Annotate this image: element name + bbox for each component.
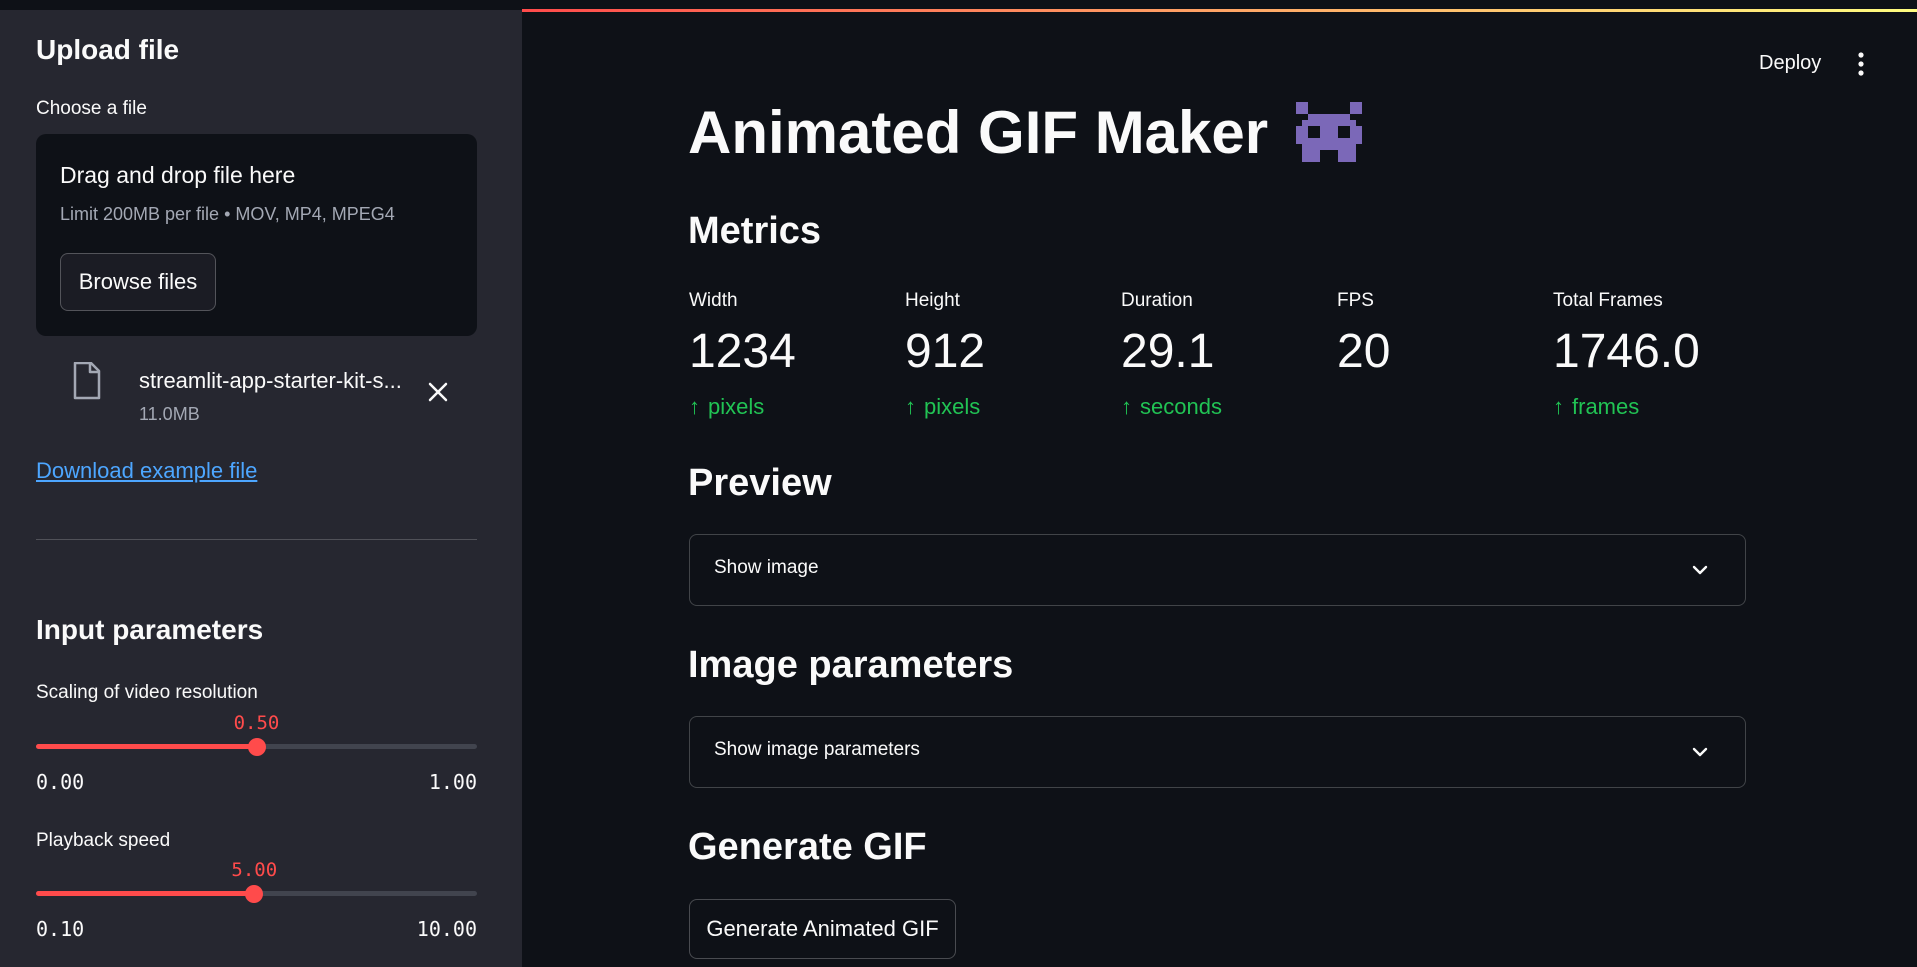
preview-heading: Preview — [688, 462, 832, 504]
metric-label: Width — [689, 290, 738, 311]
scaling-slider-value: 0.50 — [233, 712, 280, 734]
header-decoration — [522, 9, 1917, 12]
space-invader-icon — [1296, 102, 1362, 162]
metric-delta: ↑ seconds — [1121, 394, 1222, 420]
slider-fill — [36, 891, 255, 896]
playback-slider[interactable] — [36, 885, 477, 903]
dropzone-limit: Limit 200MB per file • MOV, MP4, MPEG4 — [60, 204, 395, 224]
chevron-down-icon — [1692, 565, 1708, 575]
arrow-up-icon: ↑ — [1553, 394, 1564, 419]
close-icon[interactable] — [426, 380, 450, 404]
metric-duration: Duration 29.1 ↑ seconds — [1121, 290, 1321, 430]
metric-value: 29.1 — [1121, 325, 1215, 378]
playback-slider-max: 10.00 — [416, 917, 477, 941]
file-icon — [73, 362, 101, 400]
metric-delta-text: seconds — [1140, 394, 1222, 419]
metric-label: FPS — [1337, 290, 1374, 311]
metric-value: 912 — [905, 325, 986, 378]
metric-label: Height — [905, 290, 960, 311]
arrow-up-icon: ↑ — [1121, 394, 1132, 419]
scaling-slider-min: 0.00 — [36, 770, 85, 794]
file-dropzone[interactable]: Drag and drop file here Limit 200MB per … — [36, 134, 477, 336]
metric-delta-text: pixels — [708, 394, 765, 419]
download-example-link[interactable]: Download example file — [36, 458, 257, 484]
playback-slider-min: 0.10 — [36, 917, 85, 941]
playback-slider-label: Playback speed — [36, 830, 171, 851]
deploy-button[interactable]: Deploy — [1759, 52, 1821, 75]
metric-delta-text: frames — [1572, 394, 1640, 419]
scaling-slider-max: 1.00 — [428, 770, 477, 794]
metric-label: Duration — [1121, 290, 1193, 311]
expander-label: Show image parameters — [714, 739, 920, 760]
generate-gif-heading: Generate GIF — [688, 826, 927, 868]
file-name: streamlit-app-starter-kit-s... — [139, 368, 402, 393]
metric-value: 1234 — [689, 325, 796, 378]
choose-file-label: Choose a file — [36, 98, 147, 119]
generate-animated-gif-button[interactable]: Generate Animated GIF — [689, 899, 956, 959]
arrow-up-icon: ↑ — [905, 394, 916, 419]
metric-height: Height 912 ↑ pixels — [905, 290, 1105, 430]
slider-fill — [36, 744, 257, 749]
show-image-parameters-expander[interactable]: Show image parameters — [689, 716, 1746, 788]
expander-label: Show image — [714, 557, 819, 578]
browse-files-button[interactable]: Browse files — [60, 253, 216, 311]
slider-thumb[interactable] — [247, 738, 266, 756]
file-size: 11.0MB — [139, 404, 200, 424]
metric-value: 1746.0 — [1553, 325, 1700, 378]
metric-delta: ↑ pixels — [689, 394, 764, 420]
metrics-heading: Metrics — [688, 210, 822, 252]
input-parameters-heading: Input parameters — [36, 614, 264, 645]
scaling-slider[interactable] — [36, 738, 477, 756]
uploaded-file-row: streamlit-app-starter-kit-s... 11.0MB — [36, 350, 477, 430]
sidebar-divider — [36, 539, 477, 540]
metric-fps: FPS 20 — [1337, 290, 1537, 430]
playback-slider-value: 5.00 — [231, 859, 278, 881]
page-title: Animated GIF Maker — [688, 99, 1269, 166]
metric-delta: ↑ pixels — [905, 394, 980, 420]
slider-thumb[interactable] — [245, 885, 264, 903]
metric-delta: ↑ frames — [1553, 394, 1639, 420]
metric-label: Total Frames — [1553, 290, 1663, 311]
image-parameters-heading: Image parameters — [688, 644, 1014, 686]
dropzone-title: Drag and drop file here — [60, 162, 296, 188]
chevron-down-icon — [1692, 747, 1708, 757]
kebab-menu-icon[interactable] — [1857, 52, 1865, 76]
metric-width: Width 1234 ↑ pixels — [689, 290, 889, 430]
show-image-expander[interactable]: Show image — [689, 534, 1746, 606]
metric-total-frames: Total Frames 1746.0 ↑ frames — [1553, 290, 1753, 430]
metric-delta-text: pixels — [924, 394, 981, 419]
sidebar: Upload file Choose a file Drag and drop … — [0, 10, 522, 967]
metric-value: 20 — [1337, 325, 1391, 378]
arrow-up-icon: ↑ — [689, 394, 700, 419]
upload-heading: Upload file — [36, 34, 180, 65]
scaling-slider-label: Scaling of video resolution — [36, 682, 258, 703]
